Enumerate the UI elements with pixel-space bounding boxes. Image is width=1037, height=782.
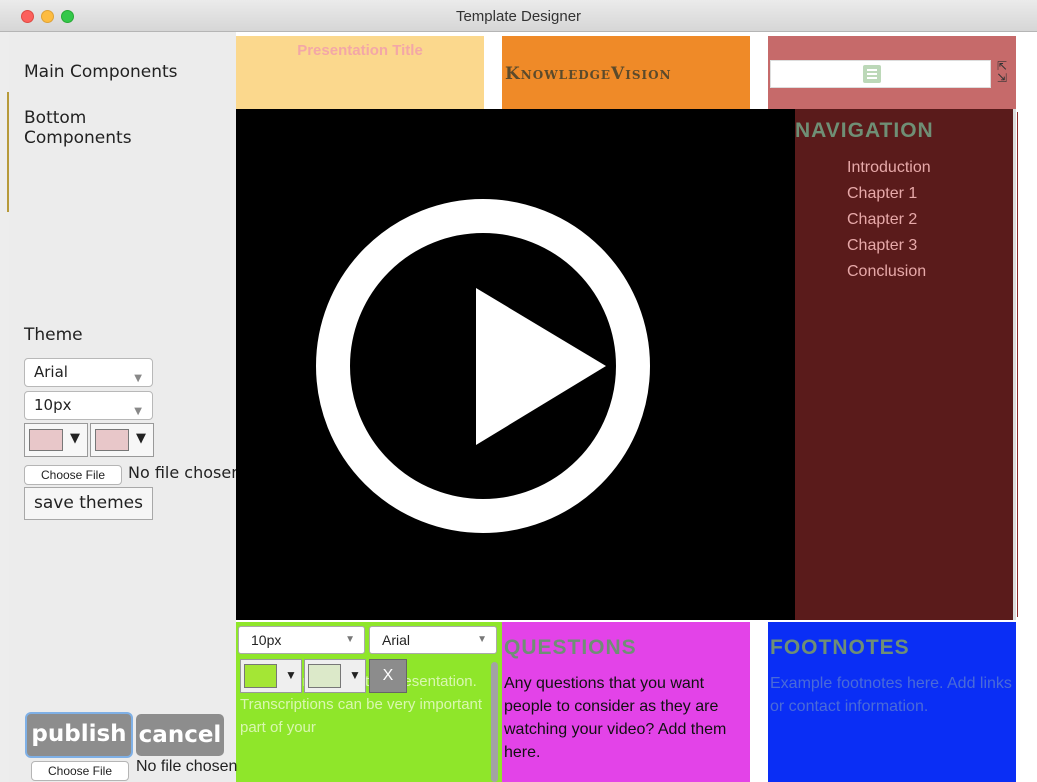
choose-file-bottom-button[interactable]: Choose File xyxy=(31,761,129,781)
nav-item-chapter-2[interactable]: Chapter 2 xyxy=(847,211,917,229)
notes-size-value: 10px xyxy=(251,632,282,648)
nav-item-conclusion[interactable]: Conclusion xyxy=(847,263,926,281)
search-input[interactable] xyxy=(770,60,991,88)
video-player[interactable] xyxy=(236,109,795,620)
notes-font-select[interactable]: Arial ▼ xyxy=(369,626,497,654)
save-themes-button[interactable]: save themes xyxy=(24,487,153,520)
nav-border-line xyxy=(1017,112,1018,617)
notes-scrollbar[interactable] xyxy=(491,662,498,782)
no-file-label: No file chosen xyxy=(128,463,236,482)
notes-toolbar-close-button[interactable]: X xyxy=(369,659,407,693)
dropdown-arrow-icon: ▼ xyxy=(70,431,80,446)
theme-font-value: Arial xyxy=(34,363,68,381)
notes-color-picker-2[interactable]: ▼ xyxy=(304,659,366,693)
color-swatch xyxy=(29,429,63,451)
nav-border xyxy=(1013,109,1016,620)
main-components-link[interactable]: Main Components xyxy=(24,62,178,82)
color-swatch xyxy=(244,664,277,688)
bottom-gap xyxy=(750,622,768,782)
choose-file-button[interactable]: Choose File xyxy=(24,465,122,485)
window-title: Template Designer xyxy=(455,8,582,25)
theme-size-select[interactable]: 10px ▼ xyxy=(24,391,153,420)
title-bar: Template Designer xyxy=(0,0,1037,32)
chevron-down-icon: ▼ xyxy=(134,373,142,384)
notes-color-picker-1[interactable]: ▼ xyxy=(240,659,302,693)
dropdown-arrow-icon: ▼ xyxy=(136,431,146,446)
presentation-title-region[interactable]: Presentation Title xyxy=(236,36,484,109)
color-swatch xyxy=(308,664,341,688)
knowledgevision-logo: KnowledgeVision xyxy=(505,64,672,84)
menu-icon[interactable] xyxy=(863,65,881,83)
chevron-down-icon: ▼ xyxy=(134,406,142,417)
navigation-title: NAVIGATION xyxy=(795,119,934,142)
template-designer-window: Template Designer Main Components Bottom… xyxy=(0,0,1037,782)
fullscreen-icon[interactable]: ⇱ ⇲ xyxy=(997,60,1007,84)
theme-color-picker-2[interactable]: ▼ xyxy=(90,423,154,457)
footnotes-panel[interactable]: FOOTNOTES Example footnotes here. Add li… xyxy=(768,622,1016,782)
theme-color-picker-1[interactable]: ▼ xyxy=(24,423,88,457)
play-button-icon[interactable] xyxy=(236,109,795,620)
template-preview: Presentation Title KnowledgeVision ⇱ ⇲ NA… xyxy=(236,32,1037,782)
dropdown-arrow-icon: ▼ xyxy=(349,668,361,682)
search-region: ⇱ ⇲ xyxy=(768,36,1016,109)
questions-text: Any questions that you want people to co… xyxy=(504,675,727,761)
publish-button[interactable]: publish xyxy=(25,712,133,758)
questions-title: QUESTIONS xyxy=(504,636,637,659)
questions-panel[interactable]: QUESTIONS Any questions that you want pe… xyxy=(502,622,750,782)
chevron-down-icon: ▼ xyxy=(477,634,487,645)
header-gap xyxy=(750,36,768,109)
left-edge xyxy=(0,32,9,782)
notes-font-value: Arial xyxy=(382,632,411,648)
color-swatch xyxy=(95,429,129,451)
cancel-button[interactable]: cancel xyxy=(136,714,224,756)
chevron-down-icon: ▼ xyxy=(345,634,355,645)
nav-item-chapter-1[interactable]: Chapter 1 xyxy=(847,185,917,203)
footnotes-text: Example footnotes here. Add links or con… xyxy=(770,675,1012,715)
no-file-bottom-label: No file chosen xyxy=(136,758,238,775)
nav-item-chapter-3[interactable]: Chapter 3 xyxy=(847,237,917,255)
theme-label: Theme xyxy=(24,325,83,345)
theme-size-value: 10px xyxy=(34,396,72,414)
theme-font-select[interactable]: Arial ▼ xyxy=(24,358,153,387)
navigation-panel: NAVIGATION Introduction Chapter 1 Chapte… xyxy=(795,109,1013,620)
footnotes-title: FOOTNOTES xyxy=(770,636,910,659)
component-panel: Main Components Bottom Components Theme … xyxy=(9,32,236,782)
header-gap xyxy=(484,36,502,109)
logo-region[interactable]: KnowledgeVision xyxy=(502,36,750,109)
nav-item-introduction[interactable]: Introduction xyxy=(847,159,931,177)
notes-size-select[interactable]: 10px ▼ xyxy=(238,626,365,654)
bottom-components-link[interactable]: Bottom Components xyxy=(24,108,144,148)
dropdown-arrow-icon: ▼ xyxy=(285,668,297,682)
presentation-title: Presentation Title xyxy=(297,42,423,59)
